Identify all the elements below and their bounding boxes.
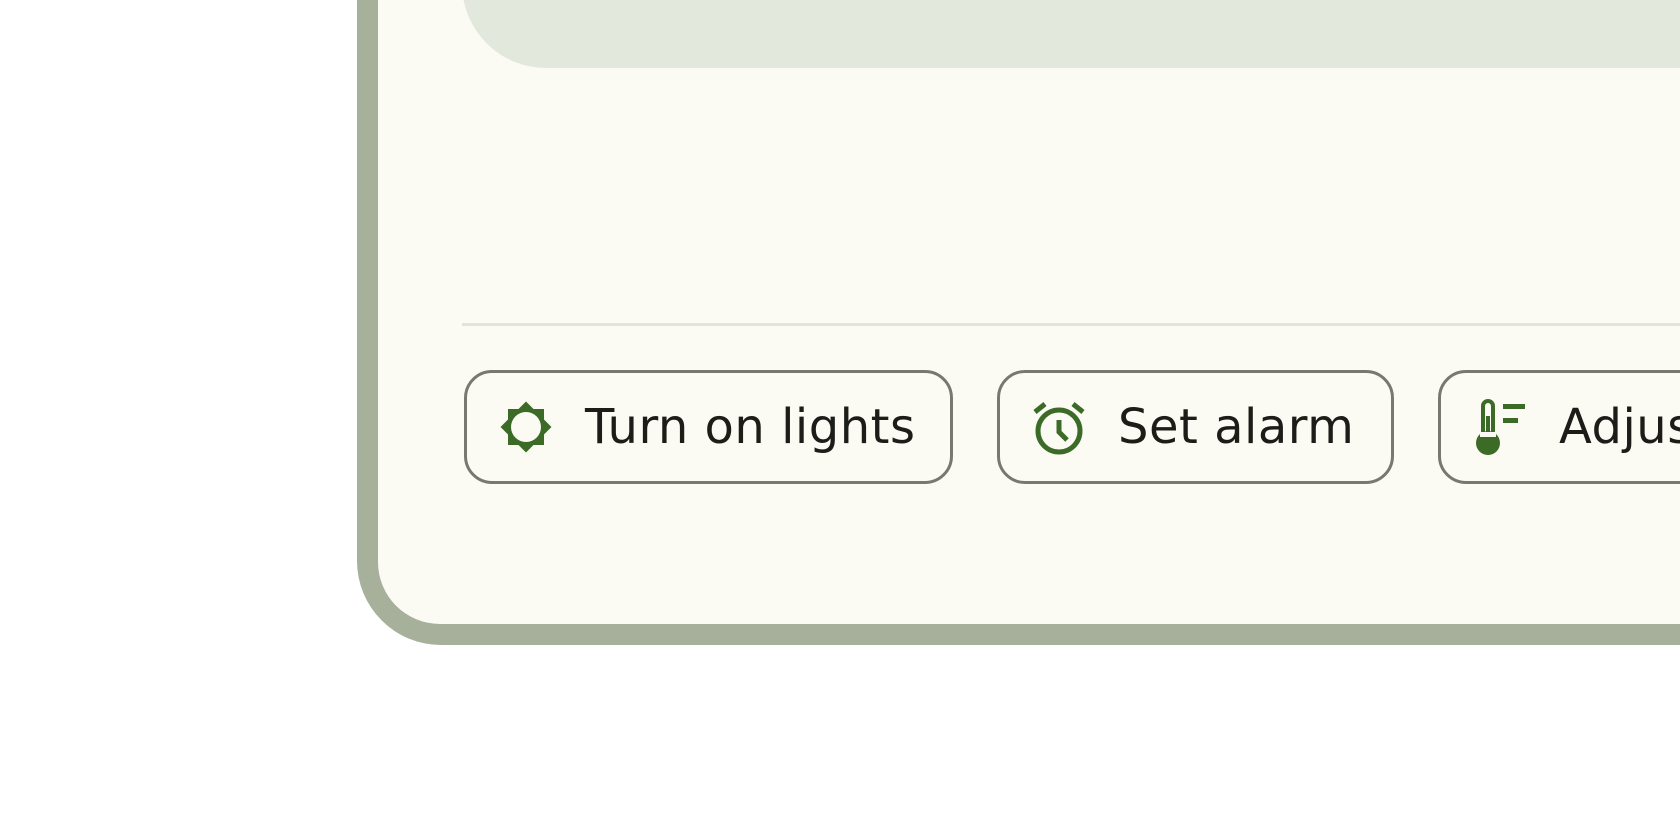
chip-label: Set alarm [1118,399,1355,455]
adjust-temperature-chip[interactable]: Adjus [1438,370,1680,484]
brightness-icon [495,396,557,458]
chip-label: Adjus [1559,399,1680,455]
top-card [462,0,1680,68]
screen: Turn on lights Set alarm Adjus [378,0,1680,624]
suggestion-chips: Turn on lights Set alarm Adjus [464,370,1680,484]
thermostat-icon [1469,396,1531,458]
alarm-clock-icon [1028,396,1090,458]
turn-on-lights-chip[interactable]: Turn on lights [464,370,953,484]
chip-label: Turn on lights [585,399,916,455]
divider [462,323,1680,326]
set-alarm-chip[interactable]: Set alarm [997,370,1394,484]
